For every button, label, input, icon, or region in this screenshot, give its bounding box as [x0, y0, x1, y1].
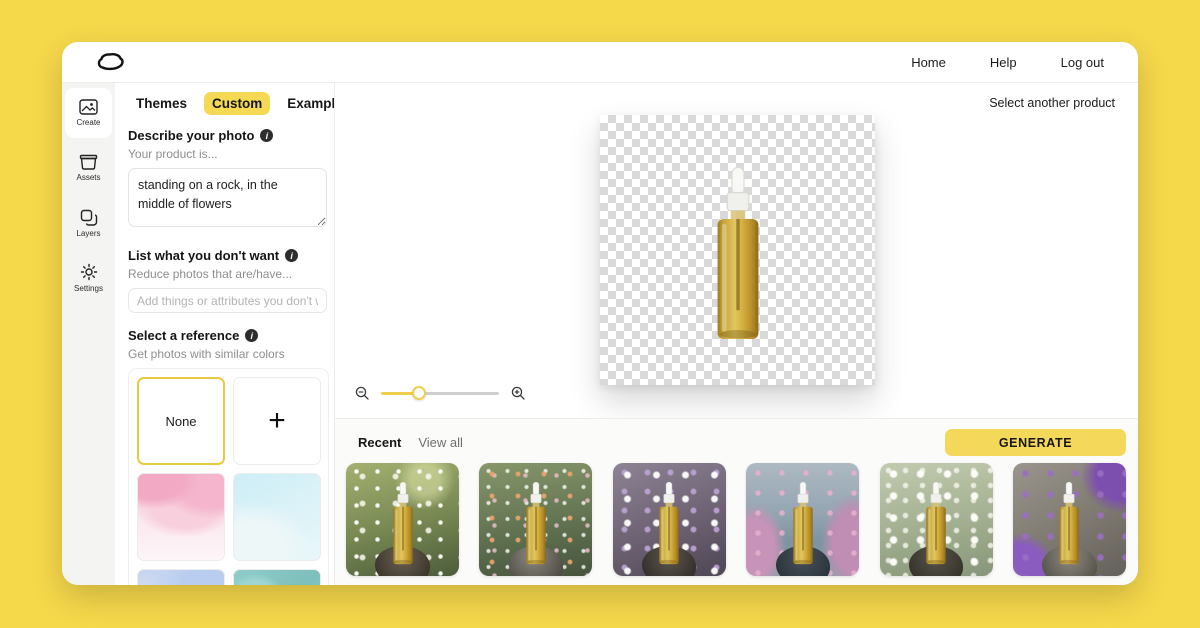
product-bottle-image[interactable] [702, 165, 774, 350]
top-bar: Home Help Log out [62, 42, 1138, 83]
recent-thumbnail-3[interactable] [613, 463, 726, 576]
describe-section-title: Describe your photo i [128, 128, 324, 143]
reference-grid: None + [128, 368, 329, 585]
recent-thumbnail-5[interactable] [880, 463, 993, 576]
sidebar-item-label: Create [76, 118, 100, 127]
nav-logout[interactable]: Log out [1061, 55, 1104, 70]
plus-icon: + [268, 406, 286, 436]
sidebar-item-assets[interactable]: Assets [65, 143, 112, 193]
recent-section: Recent View all GENERATE [335, 418, 1138, 585]
zoom-in-icon[interactable] [511, 386, 525, 400]
none-label: None [165, 414, 196, 429]
cloud-logo-icon[interactable] [95, 51, 126, 73]
tab-examples[interactable]: Examples [279, 92, 335, 115]
gear-icon [80, 263, 98, 281]
tab-custom[interactable]: Custom [204, 92, 270, 115]
reference-section-title: Select a reference i [128, 328, 324, 343]
sidebar-item-settings[interactable]: Settings [65, 253, 112, 303]
nav-home[interactable]: Home [911, 55, 946, 70]
app-window: Home Help Log out Create Assets [62, 42, 1138, 585]
recent-thumbnails [346, 463, 1126, 576]
create-panel: Themes Custom Examples Describe your pho… [115, 83, 335, 585]
reference-tile-pink-watercolor[interactable] [137, 473, 225, 561]
assets-box-icon [79, 154, 98, 170]
avoid-hint: Reduce photos that are/have... [128, 267, 324, 281]
top-navigation: Home Help Log out [911, 55, 1104, 70]
select-another-product-link[interactable]: Select another product [989, 96, 1115, 110]
reference-tile-lavender[interactable] [137, 569, 225, 585]
recent-thumbnail-2[interactable] [479, 463, 592, 576]
sidebar-item-label: Settings [74, 284, 103, 293]
sidebar-item-create[interactable]: Create [65, 88, 112, 138]
avoid-section-title: List what you don't want i [128, 248, 324, 263]
icon-rail: Create Assets Layers [62, 83, 115, 585]
zoom-controls [355, 386, 525, 400]
avoid-input[interactable] [128, 288, 327, 313]
layers-icon [80, 209, 98, 226]
zoom-slider-thumb[interactable] [412, 386, 426, 400]
mode-tabs: Themes Custom Examples [128, 92, 324, 115]
info-icon[interactable]: i [285, 249, 298, 262]
info-icon[interactable]: i [260, 129, 273, 142]
image-icon [79, 99, 98, 115]
recent-thumbnail-1[interactable] [346, 463, 459, 576]
reference-tile-none[interactable]: None [137, 377, 225, 465]
sidebar-item-layers[interactable]: Layers [65, 198, 112, 248]
reference-tile-light-blue[interactable] [233, 473, 321, 561]
reference-tile-teal-fabric[interactable] [233, 569, 321, 585]
nav-help[interactable]: Help [990, 55, 1017, 70]
sidebar-item-label: Assets [76, 173, 100, 182]
recent-header: Recent View all [358, 435, 463, 450]
sidebar-item-label: Layers [76, 229, 100, 238]
recent-thumbnail-6[interactable] [1013, 463, 1126, 576]
zoom-slider[interactable] [381, 386, 499, 400]
view-all-link[interactable]: View all [418, 435, 463, 450]
recent-title: Recent [358, 435, 401, 450]
main-area: Select another product [335, 83, 1138, 585]
describe-hint: Your product is... [128, 147, 324, 161]
recent-thumbnail-4[interactable] [746, 463, 859, 576]
describe-input[interactable]: standing on a rock, in the middle of flo… [128, 168, 327, 227]
product-canvas[interactable] [600, 115, 875, 385]
info-icon[interactable]: i [245, 329, 258, 342]
reference-tile-add[interactable]: + [233, 377, 321, 465]
tab-themes[interactable]: Themes [128, 92, 195, 115]
zoom-out-icon[interactable] [355, 386, 369, 400]
content-area: Create Assets Layers [62, 83, 1138, 585]
reference-hint: Get photos with similar colors [128, 347, 324, 361]
generate-button[interactable]: GENERATE [945, 429, 1126, 456]
